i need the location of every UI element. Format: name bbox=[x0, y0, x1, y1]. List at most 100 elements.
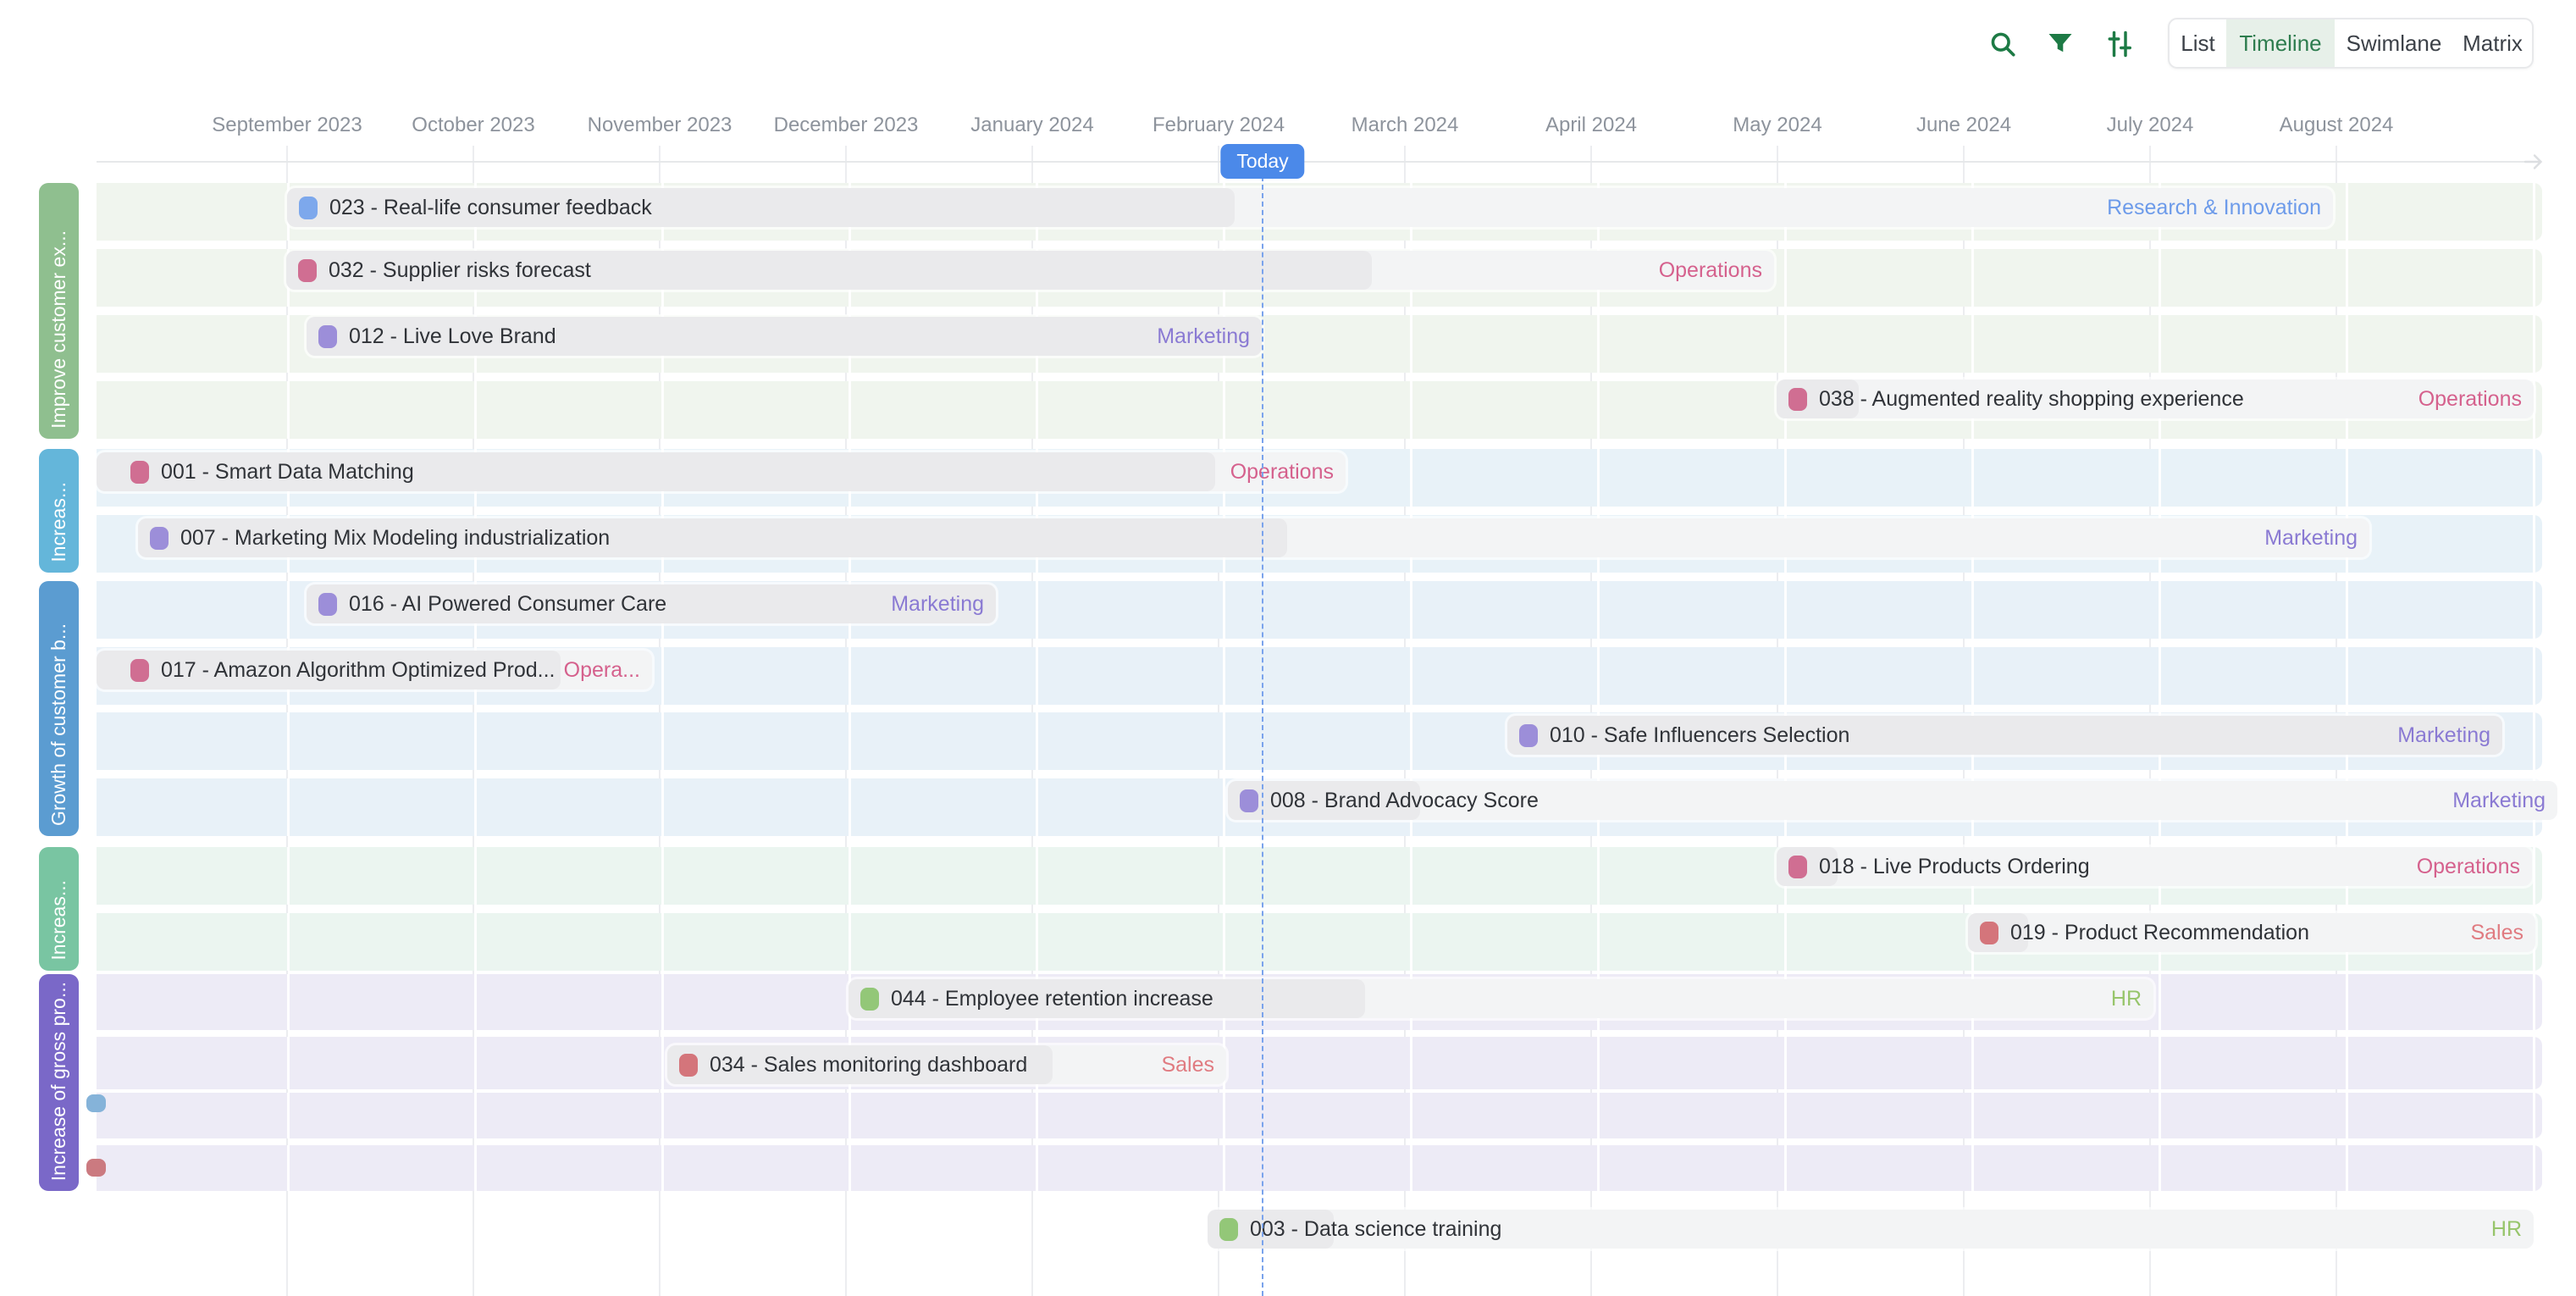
task-category-label: Opera... bbox=[564, 651, 640, 690]
task-bar[interactable]: 023 - Real-life consumer feedback Researc… bbox=[287, 188, 2333, 227]
task-category-label: Operations bbox=[2418, 379, 2522, 418]
task-title: 003 - Data science training bbox=[1250, 1217, 1501, 1242]
month-label: May 2024 bbox=[1733, 114, 1821, 137]
swimlane-label-2[interactable]: Growth of customer b... bbox=[39, 581, 79, 836]
swimlane-label-text: Growth of customer b... bbox=[39, 613, 79, 836]
task-bar[interactable]: 018 - Live Products OrderingOperations bbox=[1777, 847, 2532, 886]
task-title: 010 - Safe Influencers Selection bbox=[1550, 723, 1849, 748]
task-bar-content: 008 - Brand Advocacy Score bbox=[1228, 781, 2557, 820]
task-category-label: Operations bbox=[1659, 251, 1762, 290]
settings-sliders-button[interactable] bbox=[2105, 29, 2136, 59]
task-category-label: Sales bbox=[2470, 913, 2523, 952]
filter-icon bbox=[2045, 29, 2076, 59]
task-bar-content: 003 - Data science training bbox=[1208, 1210, 2534, 1249]
month-label: July 2024 bbox=[2107, 114, 2194, 137]
timeline-axis bbox=[97, 161, 2525, 163]
month-label: October 2023 bbox=[412, 114, 534, 137]
task-bar-content: 010 - Safe Influencers Selection bbox=[1507, 716, 2502, 755]
task-status-icon bbox=[1519, 724, 1538, 747]
task-category-label: HR bbox=[2491, 1210, 2522, 1249]
toolbar: ListTimelineSwimlaneMatrix bbox=[0, 0, 2576, 93]
axis-arrow-icon bbox=[2522, 151, 2544, 177]
month-label: April 2024 bbox=[1545, 114, 1637, 137]
task-status-icon bbox=[130, 659, 149, 682]
task-title: 034 - Sales monitoring dashboard bbox=[710, 1053, 1027, 1077]
task-title: 007 - Marketing Mix Modeling industriali… bbox=[180, 526, 610, 551]
task-bar[interactable]: 032 - Supplier risks forecast Operations bbox=[286, 251, 1774, 290]
task-category-label: Research & Innovation bbox=[2107, 188, 2321, 227]
task-title: 032 - Supplier risks forecast bbox=[329, 258, 591, 283]
month-label: September 2023 bbox=[212, 114, 362, 137]
task-title: 001 - Smart Data Matching bbox=[161, 460, 414, 485]
task-category-label: HR bbox=[2111, 979, 2142, 1018]
task-status-icon bbox=[679, 1054, 698, 1077]
search-icon bbox=[1987, 29, 2018, 59]
row-stripe bbox=[97, 1037, 2542, 1089]
row-stripe bbox=[97, 1145, 2542, 1191]
task-bar[interactable]: 017 - Amazon Algorithm Optimized Prod...… bbox=[97, 651, 652, 690]
milestone-blue[interactable] bbox=[86, 1094, 106, 1112]
tab-timeline[interactable]: Timeline bbox=[2226, 19, 2335, 67]
today-line bbox=[1262, 176, 1263, 1296]
task-bar[interactable]: 008 - Brand Advocacy Score Marketing bbox=[1228, 781, 2557, 820]
filter-button[interactable] bbox=[2045, 29, 2076, 59]
task-bar[interactable]: 038 - Augmented reality shopping experie… bbox=[1777, 379, 2534, 418]
month-label: June 2024 bbox=[1916, 114, 2011, 137]
task-bar[interactable]: 019 - Product Recommendation Sales bbox=[1968, 913, 2535, 952]
swimlane-label-text: Improve customer ex... bbox=[39, 220, 79, 439]
task-title: 008 - Brand Advocacy Score bbox=[1270, 789, 1539, 813]
task-bar[interactable]: 010 - Safe Influencers Selection Marketin… bbox=[1507, 716, 2502, 755]
task-status-icon bbox=[1980, 922, 1998, 944]
task-category-label: Sales bbox=[1161, 1045, 1214, 1084]
task-bar-content: 032 - Supplier risks forecast bbox=[286, 251, 1774, 290]
swimlane-label-3[interactable]: Increas... bbox=[39, 847, 79, 971]
settings-sliders-icon bbox=[2105, 29, 2136, 59]
task-status-icon bbox=[1788, 388, 1807, 411]
swimlane-label-text: Increas... bbox=[39, 870, 79, 971]
task-status-icon bbox=[299, 197, 318, 219]
search-button[interactable] bbox=[1987, 29, 2018, 59]
month-label: November 2023 bbox=[588, 114, 732, 137]
task-bar[interactable]: 001 - Smart Data Matching Operations bbox=[97, 452, 1346, 491]
task-status-icon bbox=[318, 325, 337, 348]
swimlane-label-1[interactable]: Increas... bbox=[39, 449, 79, 573]
task-category-label: Marketing bbox=[2397, 716, 2490, 755]
tab-swimlane[interactable]: Swimlane bbox=[2335, 19, 2453, 67]
task-bar[interactable]: 044 - Employee retention increase HR bbox=[849, 979, 2153, 1018]
task-bar-content: 044 - Employee retention increase bbox=[849, 979, 2153, 1018]
swimlane-label-4[interactable]: Increase of gross pro... bbox=[39, 974, 79, 1191]
task-bar[interactable]: 034 - Sales monitoring dashboard Sales bbox=[667, 1045, 1226, 1084]
tab-list[interactable]: List bbox=[2170, 19, 2226, 67]
month-label: January 2024 bbox=[970, 114, 1093, 137]
task-title: 044 - Employee retention increase bbox=[891, 987, 1213, 1011]
month-label: February 2024 bbox=[1153, 114, 1285, 137]
row-stripe bbox=[97, 1093, 2542, 1138]
timeline-view: September 2023 October 2023 November 2023 D… bbox=[0, 0, 2576, 1296]
swimlane-label-0[interactable]: Improve customer ex... bbox=[39, 183, 79, 439]
task-bar[interactable]: 007 - Marketing Mix Modeling industriali… bbox=[138, 518, 2369, 557]
task-bar-content: 012 - Live Love Brand bbox=[307, 317, 1262, 356]
task-status-icon bbox=[150, 527, 169, 550]
gantt-chart: September 2023 October 2023 November 2023 D… bbox=[0, 0, 2576, 1296]
tab-matrix[interactable]: Matrix bbox=[2453, 19, 2532, 67]
task-bar-content: 023 - Real-life consumer feedback bbox=[287, 188, 2333, 227]
task-bar[interactable]: 003 - Data science training HR bbox=[1208, 1210, 2534, 1249]
task-title: 038 - Augmented reality shopping experie… bbox=[1819, 387, 2244, 412]
task-bar-content: 007 - Marketing Mix Modeling industriali… bbox=[138, 518, 2369, 557]
task-category-label: Marketing bbox=[1157, 317, 1250, 356]
task-category-label: Operations bbox=[1230, 452, 1334, 491]
task-bar[interactable]: 012 - Live Love Brand Marketing bbox=[307, 317, 1262, 356]
task-title: 016 - AI Powered Consumer Care bbox=[349, 592, 666, 617]
task-title: 019 - Product Recommendation bbox=[2010, 921, 2309, 945]
milestone-red[interactable] bbox=[86, 1159, 106, 1177]
task-title: 012 - Live Love Brand bbox=[349, 324, 556, 349]
task-category-label: Marketing bbox=[2452, 781, 2546, 820]
month-label: March 2024 bbox=[1352, 114, 1459, 137]
today-badge[interactable]: Today bbox=[1220, 144, 1304, 179]
view-switcher: ListTimelineSwimlaneMatrix bbox=[2168, 18, 2534, 69]
task-category-label: Marketing bbox=[891, 584, 984, 623]
month-label: December 2023 bbox=[774, 114, 919, 137]
task-title: 017 - Amazon Algorithm Optimized Prod... bbox=[161, 658, 556, 683]
task-title: 023 - Real-life consumer feedback bbox=[329, 196, 652, 220]
task-bar[interactable]: 016 - AI Powered Consumer Care Marketing bbox=[307, 584, 996, 623]
